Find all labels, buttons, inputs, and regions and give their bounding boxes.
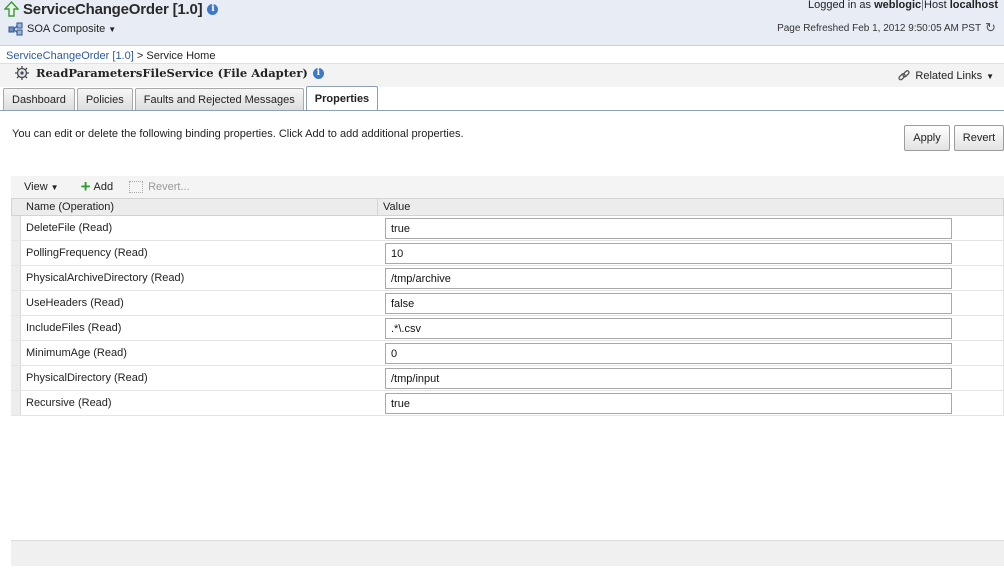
- table-header: Name (Operation) Value: [11, 198, 1004, 216]
- view-menu[interactable]: View ▼: [24, 181, 59, 193]
- property-name: PhysicalArchiveDirectory (Read): [26, 272, 185, 284]
- breadcrumb-separator: >: [136, 50, 144, 62]
- tab-bar: Dashboard Policies Faults and Rejected M…: [3, 86, 380, 111]
- row-selector[interactable]: [11, 216, 21, 240]
- property-value-input[interactable]: [385, 368, 952, 389]
- composite-title: ServiceChangeOrder [1.0]: [23, 0, 203, 18]
- host-name: localhost: [949, 0, 998, 11]
- user-name: weblogic: [874, 0, 922, 11]
- property-name: PollingFrequency (Read): [26, 247, 148, 259]
- soa-composite-menu[interactable]: SOA Composite ▼: [8, 22, 116, 36]
- row-selector[interactable]: [11, 241, 21, 265]
- property-name: IncludeFiles (Read): [26, 322, 122, 334]
- related-links-menu[interactable]: Related Links ▼: [897, 69, 994, 83]
- logged-in-label: Logged in as: [808, 0, 872, 11]
- table-toolbar: View ▼ + Add Revert...: [11, 176, 1004, 198]
- property-value-input[interactable]: [385, 318, 952, 339]
- table-row[interactable]: Recursive (Read): [11, 391, 1004, 416]
- table-footer: [11, 540, 1004, 566]
- table-row[interactable]: UseHeaders (Read): [11, 291, 1004, 316]
- properties-description: You can edit or delete the following bin…: [12, 128, 464, 140]
- column-header-value[interactable]: Value: [383, 201, 410, 213]
- revert-rows-button: Revert...: [129, 181, 190, 193]
- page-refresh-status: Page Refreshed Feb 1, 2012 9:50:05 AM PS…: [777, 20, 996, 36]
- property-name: UseHeaders (Read): [26, 297, 124, 309]
- table-row[interactable]: IncludeFiles (Read): [11, 316, 1004, 341]
- breadcrumb-current: Service Home: [146, 50, 216, 62]
- tab-divider: [0, 110, 1004, 111]
- app-header: ServiceChangeOrder [1.0] i SOA Composite…: [0, 0, 1004, 46]
- revert-rows-label: Revert...: [148, 181, 190, 193]
- row-selector[interactable]: [11, 341, 21, 365]
- table-row[interactable]: PhysicalDirectory (Read): [11, 366, 1004, 391]
- refresh-icon[interactable]: ↻: [985, 20, 996, 36]
- table-row[interactable]: PollingFrequency (Read): [11, 241, 1004, 266]
- property-value-input[interactable]: [385, 393, 952, 414]
- tab-policies[interactable]: Policies: [76, 88, 133, 111]
- chevron-down-icon: ▼: [986, 71, 994, 81]
- property-name: DeleteFile (Read): [26, 222, 113, 234]
- property-value-input[interactable]: [385, 293, 952, 314]
- up-arrow-icon[interactable]: [4, 1, 19, 17]
- row-selector[interactable]: [11, 291, 21, 315]
- host-label: Host: [924, 0, 947, 11]
- service-title: ReadParametersFileService (File Adapter): [36, 66, 308, 80]
- composite-title-row: ServiceChangeOrder [1.0] i: [4, 0, 219, 18]
- row-selector[interactable]: [11, 316, 21, 340]
- property-value-input[interactable]: [385, 343, 952, 364]
- property-name: Recursive (Read): [26, 397, 112, 409]
- table-row[interactable]: MinimumAge (Read): [11, 341, 1004, 366]
- chevron-down-icon: ▼: [50, 182, 59, 192]
- property-value-input[interactable]: [385, 268, 952, 289]
- table-row[interactable]: DeleteFile (Read): [11, 216, 1004, 241]
- related-links-label: Related Links: [915, 70, 983, 82]
- breadcrumb: ServiceChangeOrder [1.0] > Service Home: [6, 50, 215, 62]
- tab-faults[interactable]: Faults and Rejected Messages: [134, 88, 304, 111]
- row-selector[interactable]: [11, 366, 21, 390]
- property-name: MinimumAge (Read): [26, 347, 127, 359]
- service-info-icon[interactable]: i: [312, 67, 324, 79]
- plus-icon: +: [80, 177, 91, 196]
- refresh-text: Page Refreshed Feb 1, 2012 9:50:05 AM PS…: [777, 22, 982, 34]
- row-selector[interactable]: [11, 391, 21, 415]
- property-name: PhysicalDirectory (Read): [26, 372, 148, 384]
- table-row[interactable]: PhysicalArchiveDirectory (Read): [11, 266, 1004, 291]
- breadcrumb-link-composite[interactable]: ServiceChangeOrder [1.0]: [6, 50, 134, 62]
- soa-composite-label: SOA Composite: [27, 23, 106, 35]
- composite-icon: [8, 22, 23, 36]
- properties-table: Name (Operation) Value DeleteFile (Read)…: [11, 198, 1004, 416]
- revert-button[interactable]: Revert: [954, 125, 1004, 151]
- chevron-down-icon: ▼: [108, 24, 117, 34]
- property-value-input[interactable]: [385, 218, 952, 239]
- tab-properties[interactable]: Properties: [305, 86, 379, 111]
- add-button[interactable]: + Add: [80, 177, 114, 196]
- link-icon: [898, 70, 911, 81]
- row-selector[interactable]: [11, 266, 21, 290]
- revert-icon: [129, 181, 144, 193]
- add-label: Add: [93, 181, 114, 193]
- column-header-name[interactable]: Name (Operation): [26, 201, 114, 213]
- service-title-row: ReadParametersFileService (File Adapter)…: [14, 65, 324, 81]
- tab-dashboard[interactable]: Dashboard: [3, 88, 75, 111]
- info-icon[interactable]: i: [207, 3, 219, 15]
- login-info: Logged in as weblogic|Host localhost: [808, 0, 998, 11]
- view-label: View: [24, 181, 48, 193]
- property-value-input[interactable]: [385, 243, 952, 264]
- apply-button[interactable]: Apply: [904, 125, 950, 151]
- adapter-service-icon: [15, 66, 29, 80]
